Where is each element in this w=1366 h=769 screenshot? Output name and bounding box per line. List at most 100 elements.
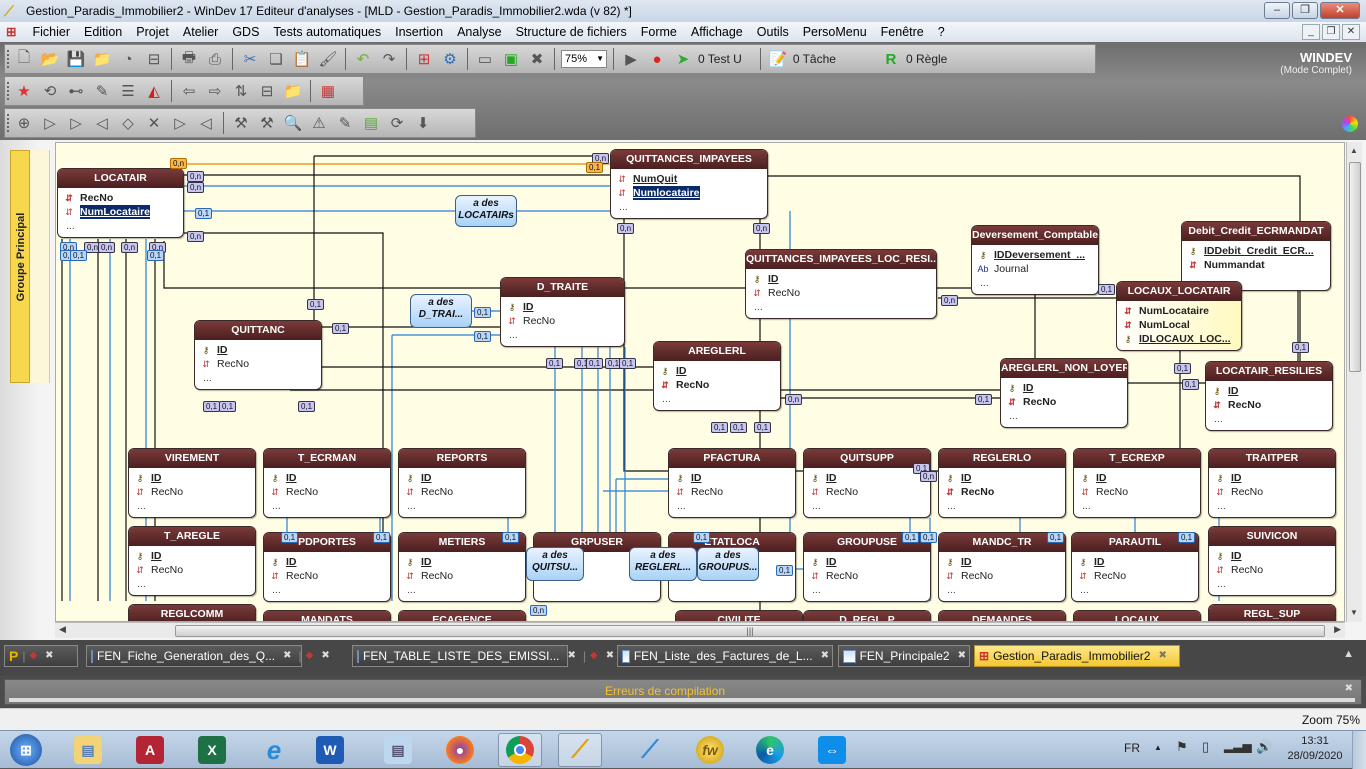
language-indicator[interactable]: FR [1124,741,1140,755]
close-tab-icon[interactable]: ✖ [45,646,53,666]
table-field[interactable]: ⇵ RecNo [403,485,521,499]
cardinality-label[interactable]: 0,1 [1292,342,1310,353]
table-field[interactable]: ⇵ RecNo [403,569,521,583]
more-fields[interactable]: ... [62,219,179,233]
table-title[interactable]: T_ECRMAN [264,449,390,468]
taskbar-teamviewer[interactable]: ⇔ [810,733,854,767]
link-icon[interactable]: ⊞ [413,48,435,70]
battery-icon[interactable]: ▯ [1202,739,1209,755]
relation-bubble[interactable]: a des REGLERL... [629,547,697,581]
table-field[interactable]: ⇵ RecNo [1213,563,1331,577]
generate-icon[interactable]: ◭ [143,80,165,102]
table-title[interactable]: REGLCOMM [129,605,255,621]
horizontal-scrollbar[interactable]: ◀ ||| ▶ [55,622,1345,638]
table-field[interactable]: ⇵ RecNo [268,485,386,499]
more-fields[interactable]: ... [808,583,926,597]
query2-icon[interactable]: ⚒ [256,112,278,134]
table-field[interactable]: ⇵ RecNo [943,485,1061,499]
show-desktop-button[interactable] [1352,731,1366,769]
table-deversement-comptable[interactable]: Deversement_Comptable ⚷ IDDeversement_... A… [971,225,1099,295]
table-field[interactable]: ⇵ RecNo [943,569,1061,583]
format-painter-icon[interactable]: 🖌 [317,48,339,70]
more-fields[interactable]: ... [505,328,620,342]
table-title[interactable]: ECAGENCE [399,611,525,621]
table-demandes[interactable]: DEMANDES [938,610,1066,621]
volume-icon[interactable]: 🔊 [1256,739,1272,755]
table-field[interactable]: ⚷ IDLOCAUX_LOC... [1121,332,1237,346]
cardinality-label[interactable]: 0,1 [1182,379,1200,390]
table-field[interactable]: ⇵ RecNo [673,485,791,499]
go-project-icon[interactable]: ▣ [500,48,522,70]
table-field[interactable]: ⇵ Numlocataire [615,186,763,200]
close-button[interactable]: ✕ [1320,2,1360,19]
table-quittances-impayees[interactable]: QUITTANCES_IMPAYEES ⇵ NumQuit ⇵ Numlocataire… [610,149,768,219]
scroll-down-icon[interactable]: ▼ [1350,608,1358,617]
table-field[interactable]: ⇵ RecNo [1005,395,1123,409]
table-title[interactable]: T_AREGLE [129,527,255,546]
sync-icon[interactable]: ⇅ [230,80,252,102]
close-tab-icon[interactable]: ✖ [958,646,966,666]
cardinality-label[interactable]: 0,n [785,394,803,405]
table-quittanc[interactable]: QUITTANC ⚷ ID ⇵ RecNo... [194,320,322,390]
import-icon[interactable]: ⟲ [39,80,61,102]
more-fields[interactable]: ... [133,577,251,591]
taskbar-windev[interactable]: ⟋ [558,733,602,767]
tab-gestion-paradis-immobilier2[interactable]: ⊞ Gestion_Paradis_Immobilier2 ✖ [974,645,1180,667]
cardinality-label[interactable]: 0,n [98,242,116,253]
table-field[interactable]: ⇵ RecNo [808,569,926,583]
close-tab-icon[interactable]: ✖ [1158,646,1166,666]
table-title[interactable]: REGL_SUP [1209,605,1335,621]
table-field[interactable]: ⚷ ID [658,364,776,378]
table-field[interactable]: ⇵ NumLocataire [62,205,179,219]
cardinality-label[interactable]: 0,1 [373,532,391,543]
collapse-tabs-icon[interactable]: ▲ [1343,648,1354,660]
db-right3-icon[interactable]: ▷ [169,112,191,134]
settings-gear-icon[interactable]: ⚙ [439,48,461,70]
color-theme-icon[interactable] [1342,116,1358,132]
table-field[interactable]: ⇵ RecNo [199,357,317,371]
toolbar-grip[interactable] [7,114,10,132]
list-icon[interactable]: ☰ [117,80,139,102]
table-title[interactable]: LOCAUX [1074,611,1200,621]
more-fields[interactable]: ... [673,499,791,513]
table-title[interactable]: DEMANDES [939,611,1065,621]
new-link-icon[interactable]: ⊷ [65,80,87,102]
cardinality-label[interactable]: 0,1 [307,299,325,310]
menu-forme[interactable]: Forme [634,22,684,42]
table-field[interactable]: ⚷ ID [1076,555,1194,569]
cardinality-label[interactable]: 0,n [617,223,635,234]
cardinality-label[interactable]: 0,1 [281,532,299,543]
db-right2-icon[interactable]: ▷ [65,112,87,134]
table-title[interactable]: D_TRAITE [501,278,624,297]
table-title[interactable]: AREGLERL [654,342,780,361]
table-field[interactable]: ⚷ ID [268,555,386,569]
taskbar-explorer[interactable]: ▤ [66,733,110,767]
stop-debug-icon[interactable]: ✖ [526,48,548,70]
table-locatair-resilies[interactable]: LOCATAIR_RESILIES ⚷ ID ⇵ RecNo... [1205,361,1333,431]
close-tab-icon[interactable]: ✖ [283,646,291,666]
analysis-canvas[interactable]: LOCATAIR ⇵ RecNo ⇵ NumLocataire... QUITTANCES… [55,142,1345,622]
more-fields[interactable]: ... [1213,499,1331,513]
table-title[interactable]: QUITTANCES_IMPAYEES [611,150,767,169]
taskbar-word[interactable]: W [308,733,352,767]
table-quitsupp[interactable]: QUITSUPP ⚷ ID ⇵ RecNo... [803,448,931,518]
table-title[interactable]: Deversement_Comptable [972,226,1098,245]
group-panel[interactable]: Groupe Principal [10,150,50,383]
menu-fichier[interactable]: Fichier [25,22,77,42]
warning-doc-icon[interactable]: ⚠ [308,112,330,134]
paste-icon[interactable]: 📋 [291,48,313,70]
table-field[interactable]: ⚷ ID [1210,384,1328,398]
menu-projet[interactable]: Projet [129,22,176,42]
layout-icon[interactable]: ▦ [317,80,339,102]
table-ecagence[interactable]: ECAGENCE [398,610,526,621]
show-hidden-icons-icon[interactable]: ▲ [1154,743,1162,752]
db-left-icon[interactable]: ◁ [91,112,113,134]
more-fields[interactable]: ... [615,200,763,214]
table-field[interactable]: ⚷ ID [505,300,620,314]
more-fields[interactable]: ... [943,499,1061,513]
print-icon[interactable]: 🖶 [178,48,200,70]
clock[interactable]: 13:31 28/09/2020 [1280,734,1350,764]
table-field[interactable]: ⚷ ID [808,555,926,569]
table-title[interactable]: T_ECREXP [1074,449,1200,468]
close-tab-icon[interactable]: ✖ [606,646,614,666]
